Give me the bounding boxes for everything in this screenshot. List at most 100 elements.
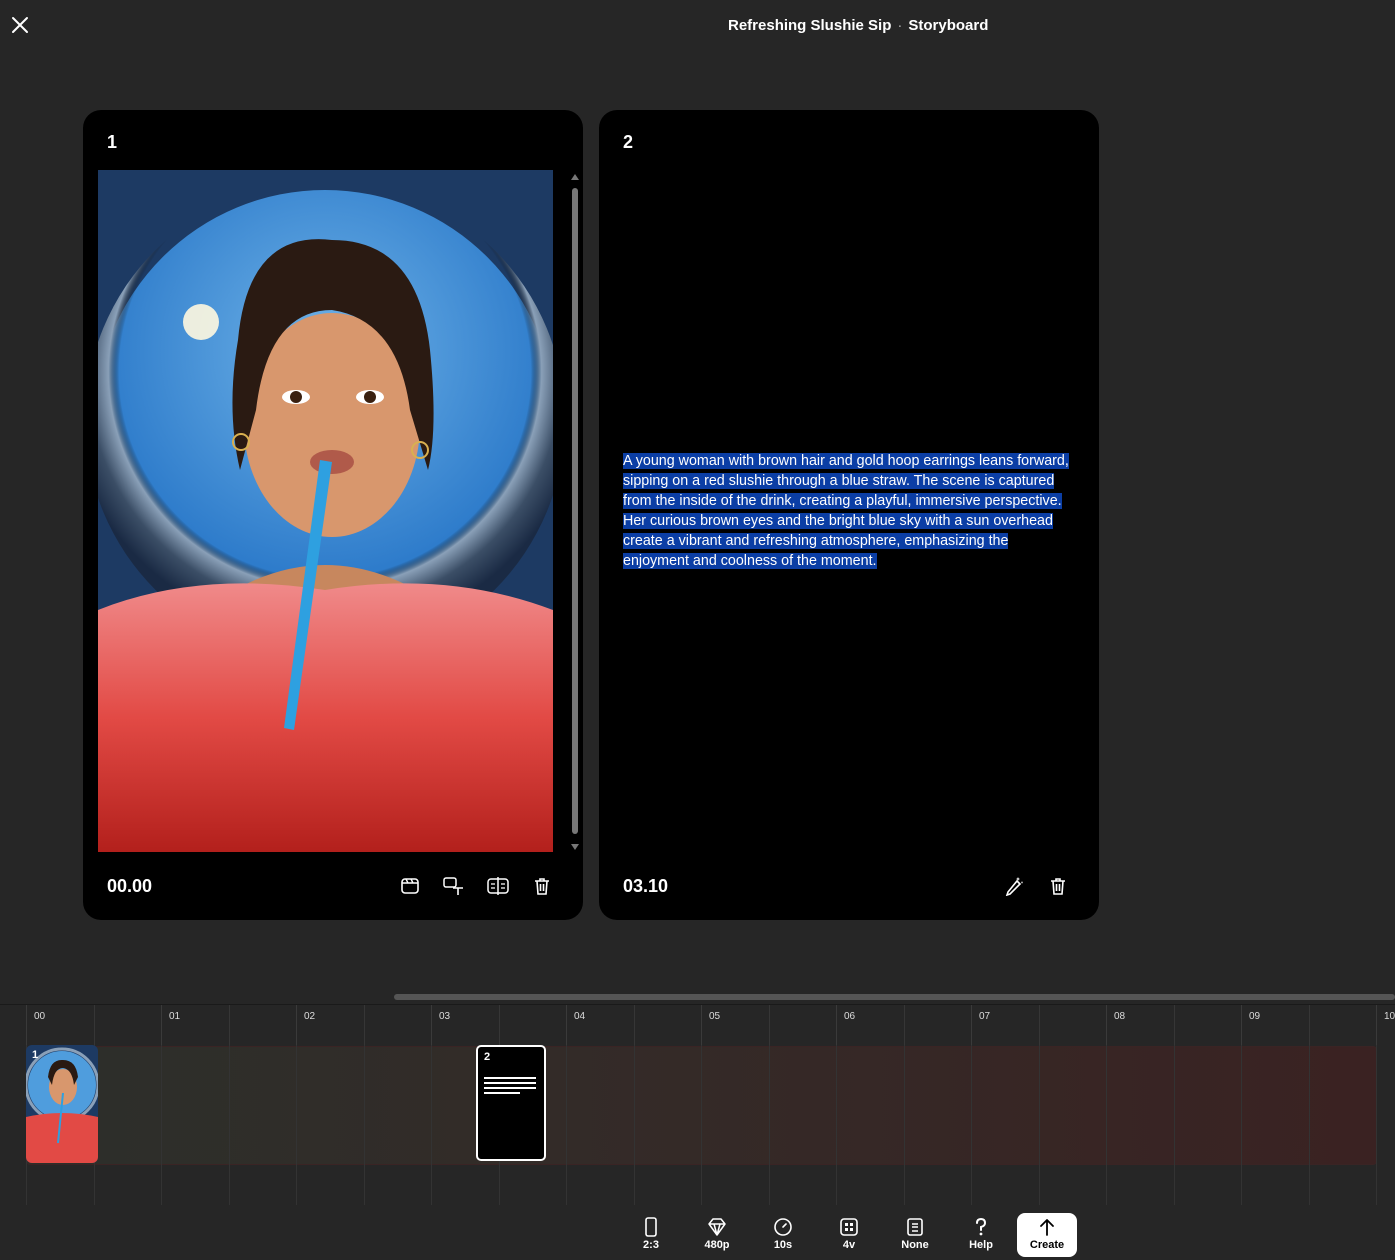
grid-icon [840, 1218, 858, 1236]
ruler-minor-tick [498, 1005, 500, 1045]
resolution-button[interactable]: 480p [687, 1213, 747, 1257]
toolbar-label: Help [969, 1239, 993, 1251]
grid-line [701, 1045, 702, 1205]
gallery-icon [401, 878, 419, 894]
grid-line [1173, 1045, 1175, 1205]
toolbar-label: 10s [773, 1239, 793, 1251]
grid-line [1241, 1045, 1242, 1205]
close-button[interactable] [10, 15, 30, 35]
timeline-ruler: 00 01 02 03 04 05 06 07 08 09 10 [0, 1005, 1395, 1045]
card-scrollbar[interactable] [571, 174, 579, 850]
ruler-tick [1241, 1005, 1242, 1045]
project-title: Refreshing Slushie Sip [728, 17, 892, 34]
split-button[interactable] [487, 875, 509, 897]
scene-prompt[interactable]: A young woman with brown hair and gold h… [623, 451, 1073, 571]
card-tools [399, 875, 553, 897]
ruler-tick [26, 1005, 27, 1045]
ruler-tick [161, 1005, 162, 1045]
grid-line [228, 1045, 230, 1205]
delete-button[interactable] [1047, 875, 1069, 897]
preset-button[interactable]: None [885, 1213, 945, 1257]
toolbar-label: Create [1029, 1239, 1065, 1251]
text-swap-icon [443, 877, 463, 895]
prompt-text: A young woman with brown hair and gold h… [623, 453, 1069, 569]
timeline-clip-1[interactable]: 1 [26, 1045, 98, 1163]
card-number: 2 [623, 132, 634, 152]
aspect-ratio-button[interactable]: 2:3 [621, 1213, 681, 1257]
variations-button[interactable]: 4v [819, 1213, 879, 1257]
clip-number: 2 [484, 1051, 491, 1063]
clip-number: 1 [32, 1049, 39, 1061]
timeline-clip-2[interactable]: 2 [476, 1045, 546, 1161]
ruler-label: 08 [1114, 1011, 1126, 1022]
ruler-tick [566, 1005, 567, 1045]
arrow-up-icon [1040, 1219, 1054, 1236]
ruler-label: 01 [169, 1011, 181, 1022]
scrollbar-thumb[interactable] [572, 188, 578, 834]
delete-button[interactable] [531, 875, 553, 897]
ruler-label: 07 [979, 1011, 991, 1022]
diamond-icon [708, 1218, 726, 1236]
view-title: Storyboard [908, 17, 989, 34]
ruler-minor-tick [1308, 1005, 1310, 1045]
grid-line [161, 1045, 162, 1205]
text-lines-icon [484, 1077, 538, 1097]
help-button[interactable]: Help [951, 1213, 1011, 1257]
split-icon [487, 877, 509, 895]
clip-thumbnail [26, 1045, 98, 1163]
ruler-tick [296, 1005, 297, 1045]
ruler-label: 03 [439, 1011, 451, 1022]
duration-button[interactable]: 10s [753, 1213, 813, 1257]
ruler-label: 02 [304, 1011, 316, 1022]
ruler-minor-tick [228, 1005, 230, 1045]
trash-icon [1051, 878, 1065, 895]
preset-icon [907, 1218, 923, 1236]
toolbar-label: 2:3 [643, 1239, 659, 1251]
trash-icon [535, 878, 549, 895]
create-button[interactable]: Create [1017, 1213, 1077, 1257]
grid-line [1376, 1045, 1377, 1205]
ruler-tick [1376, 1005, 1377, 1045]
ruler-label: 10 [1384, 1011, 1395, 1022]
storyboard-card-2[interactable]: 2 A young woman with brown hair and gold… [599, 110, 1099, 920]
title-separator: · [897, 17, 903, 34]
ruler-tick [971, 1005, 972, 1045]
grid-line [633, 1045, 635, 1205]
grid-line [566, 1045, 567, 1205]
ruler-label: 05 [709, 1011, 721, 1022]
question-icon [976, 1217, 987, 1236]
horizontal-scrollbar[interactable] [394, 994, 1395, 1000]
grid-line [768, 1045, 770, 1205]
ruler-label: 00 [34, 1011, 46, 1022]
ruler-minor-tick [363, 1005, 365, 1045]
grid-line [363, 1045, 365, 1205]
grid-line [296, 1045, 297, 1205]
toolbar-label: 480p [704, 1239, 730, 1251]
ruler-minor-tick [1038, 1005, 1040, 1045]
grid-line [1106, 1045, 1107, 1205]
scene-image [98, 170, 553, 852]
edit-prompt-button[interactable] [1003, 875, 1025, 897]
ruler-tick [701, 1005, 702, 1045]
phone-aspect-icon [645, 1217, 657, 1237]
card-tools [1003, 875, 1069, 897]
gallery-button[interactable] [399, 875, 421, 897]
ruler-minor-tick [93, 1005, 95, 1045]
page-title: Refreshing Slushie Sip · Storyboard [728, 17, 988, 34]
card-number: 1 [107, 132, 118, 152]
ruler-minor-tick [903, 1005, 905, 1045]
grid-line [836, 1045, 837, 1205]
ruler-minor-tick [1173, 1005, 1175, 1045]
ruler-tick [836, 1005, 837, 1045]
timeline[interactable]: 00 01 02 03 04 05 06 07 08 09 10 [0, 1004, 1395, 1205]
grid-line [903, 1045, 905, 1205]
grid-line [1038, 1045, 1040, 1205]
card-timestamp: 03.10 [623, 876, 669, 896]
text-swap-button[interactable] [443, 875, 465, 897]
grid-line [431, 1045, 432, 1205]
ruler-label: 04 [574, 1011, 586, 1022]
close-icon [12, 17, 28, 33]
storyboard-card-1[interactable]: 1 00.00 [83, 110, 583, 920]
ruler-minor-tick [633, 1005, 635, 1045]
card-timestamp: 00.00 [107, 876, 153, 896]
